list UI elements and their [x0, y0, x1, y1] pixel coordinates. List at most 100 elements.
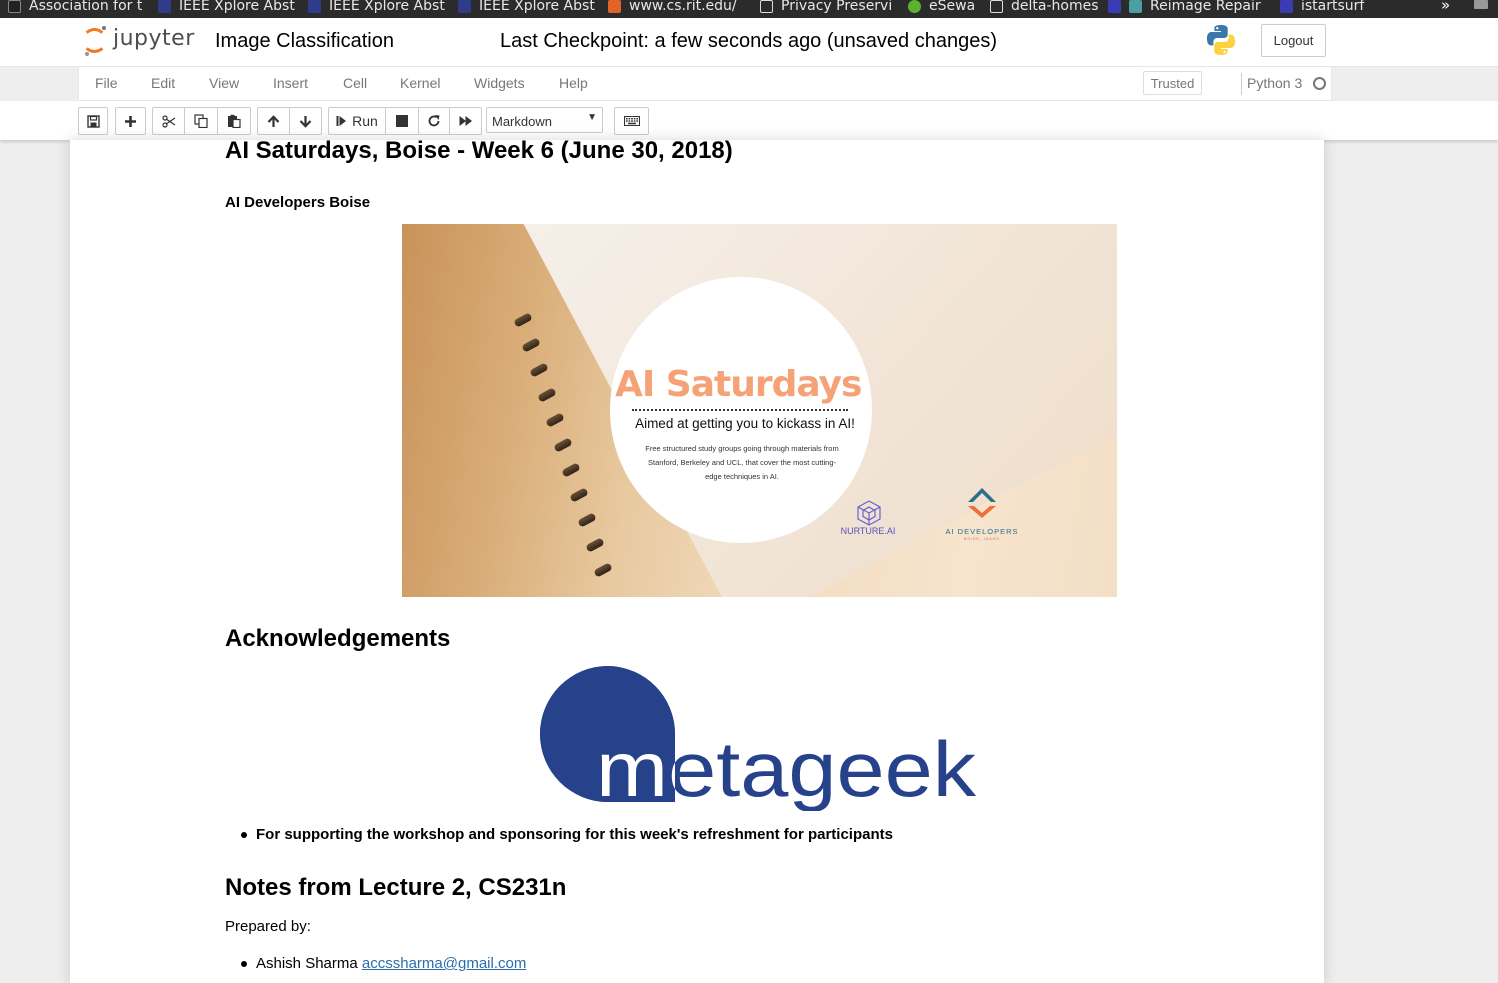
bookmark-label: IEEE Xplore Abst — [329, 0, 445, 14]
bookmark-label: Association for t — [29, 0, 143, 14]
page-icon — [990, 0, 1003, 13]
bookmark-label: istartsurf — [1301, 0, 1365, 14]
jupyter-moon-icon — [102, 26, 106, 30]
restart-kernel-button[interactable] — [418, 107, 450, 135]
jupyter-moon-icon — [85, 52, 89, 56]
notebook-header: jupyter Image Classification Last Checkp… — [0, 18, 1498, 67]
folder-icon[interactable] — [1474, 0, 1488, 9]
kernel-idle-icon — [1313, 77, 1326, 90]
bookmark-label: IEEE Xplore Abst — [179, 0, 295, 14]
jupyter-ring-icon — [82, 28, 107, 53]
bookmark-favicon-icon — [908, 0, 921, 13]
run-button[interactable]: Run — [328, 107, 386, 135]
keyboard-icon — [623, 116, 640, 126]
arrow-down-icon — [299, 115, 312, 128]
move-down-button[interactable] — [289, 107, 322, 135]
bookmarks-overflow-button[interactable]: » — [1441, 0, 1450, 14]
notebook-heading: AI Saturdays, Boise - Week 6 (June 30, 2… — [225, 140, 733, 164]
bookmark[interactable]: eSewa — [908, 0, 975, 16]
notebook-title[interactable]: Image Classification — [215, 30, 394, 53]
page-icon — [760, 0, 773, 13]
bookmark-favicon-icon — [608, 0, 621, 13]
ai-developers-logo-icon — [968, 488, 996, 518]
banner-description: Free structured study groups going throu… — [645, 444, 839, 481]
move-up-button[interactable] — [257, 107, 290, 135]
copy-icon — [194, 114, 208, 128]
jupyter-wordmark: jupyter — [113, 26, 195, 51]
notebook-subheading: AI Developers Boise — [225, 194, 371, 211]
cut-button[interactable] — [152, 107, 185, 135]
copy-button[interactable] — [184, 107, 218, 135]
divider — [1241, 73, 1242, 95]
plus-icon — [125, 115, 136, 127]
bookmark[interactable]: Reimage Repair — [1108, 0, 1261, 16]
insert-cell-button[interactable] — [115, 107, 146, 135]
author-email-link[interactable]: accssharma@gmail.com — [362, 955, 526, 972]
kernel-name: Python 3 — [1247, 75, 1303, 91]
bookmark-favicon-icon — [308, 0, 321, 13]
metageek-logo: metageek metageek — [540, 666, 977, 811]
menu-bar: File Edit View Insert Cell Kernel Widget… — [78, 67, 1332, 101]
bookmark-favicon-icon — [1280, 0, 1293, 13]
save-icon — [86, 114, 100, 128]
ai-developers-label: AI DEVELOPERS — [945, 527, 1019, 536]
cut-icon — [161, 114, 175, 128]
menu-insert[interactable]: Insert — [273, 75, 308, 91]
menu-file[interactable]: File — [95, 75, 118, 91]
python-logo-icon — [1207, 25, 1235, 55]
menu-widgets[interactable]: Widgets — [474, 75, 525, 91]
author-name: Ashish Sharma — [256, 955, 362, 972]
banner-title: AI Saturdays — [615, 364, 862, 405]
save-button[interactable] — [78, 107, 108, 135]
bookmark[interactable]: Association for t — [8, 0, 142, 16]
restart-icon — [428, 115, 440, 127]
bookmark-label: eSewa — [929, 0, 976, 14]
bookmark-label: www.cs.rit.edu/ — [629, 0, 737, 14]
bookmark-favicon-icon — [1108, 0, 1121, 13]
bullet-icon — [241, 961, 247, 967]
notebook-page: AI Saturdays, Boise - Week 6 (June 30, 2… — [70, 140, 1324, 983]
bookmark[interactable]: www.cs.rit.edu/ — [608, 0, 737, 16]
bookmark[interactable]: delta-homes — [990, 0, 1099, 16]
bookmark-label: IEEE Xplore Abst — [479, 0, 595, 14]
bookmark[interactable]: IEEE Xplore Abst — [308, 0, 445, 16]
bookmark[interactable]: IEEE Xplore Abst — [458, 0, 595, 16]
menu-kernel[interactable]: Kernel — [400, 75, 440, 91]
bookmark-favicon-icon — [158, 0, 171, 13]
jupyter-logo[interactable]: jupyter — [82, 25, 202, 59]
ai-saturdays-banner-image: AI Saturdays Aimed at getting you to kic… — [402, 224, 1117, 597]
bullet-icon — [241, 832, 247, 838]
notebook-toolbar: Run Markdown ▼ — [0, 101, 1498, 140]
cell-type-value: Markdown — [492, 114, 552, 129]
bookmark-label: Reimage Repair — [1150, 0, 1261, 14]
command-palette-button[interactable] — [614, 107, 649, 135]
logout-button[interactable]: Logout — [1261, 24, 1326, 57]
ai-developers-location: BOISE, IDAHO — [964, 537, 1000, 541]
menu-cell[interactable]: Cell — [343, 75, 367, 91]
notes-heading: Notes from Lecture 2, CS231n — [225, 874, 567, 901]
bookmark-label: Privacy Preservi — [781, 0, 893, 14]
trusted-indicator[interactable]: Trusted — [1143, 71, 1202, 95]
paste-icon — [228, 114, 241, 128]
paste-button[interactable] — [217, 107, 251, 135]
bookmark[interactable]: IEEE Xplore Abst — [158, 0, 295, 16]
prepared-by-label: Prepared by: — [225, 918, 311, 935]
menu-view[interactable]: View — [209, 75, 239, 91]
bookmark-label: delta-homes — [1011, 0, 1099, 14]
bookmark[interactable]: Privacy Preservi — [760, 0, 892, 16]
list-item: Ashish Sharma accssharma@gmail.com — [241, 955, 526, 972]
interrupt-kernel-button[interactable] — [385, 107, 419, 135]
restart-run-all-button[interactable] — [449, 107, 482, 135]
bookmark[interactable]: istartsurf — [1280, 0, 1364, 16]
banner-subtitle: Aimed at getting you to kickass in AI! — [635, 416, 855, 431]
nurture-ai-label: NURTURE.AI — [840, 526, 896, 536]
bookmark-favicon-icon — [8, 0, 21, 13]
menu-edit[interactable]: Edit — [151, 75, 175, 91]
bookmark-favicon-icon — [1129, 0, 1142, 13]
arrow-up-icon — [267, 114, 280, 127]
fast-forward-icon — [459, 116, 472, 126]
stop-icon — [396, 115, 408, 127]
cell-type-select[interactable]: Markdown ▼ — [486, 107, 603, 133]
dotted-divider — [632, 409, 848, 411]
menu-help[interactable]: Help — [559, 75, 588, 91]
